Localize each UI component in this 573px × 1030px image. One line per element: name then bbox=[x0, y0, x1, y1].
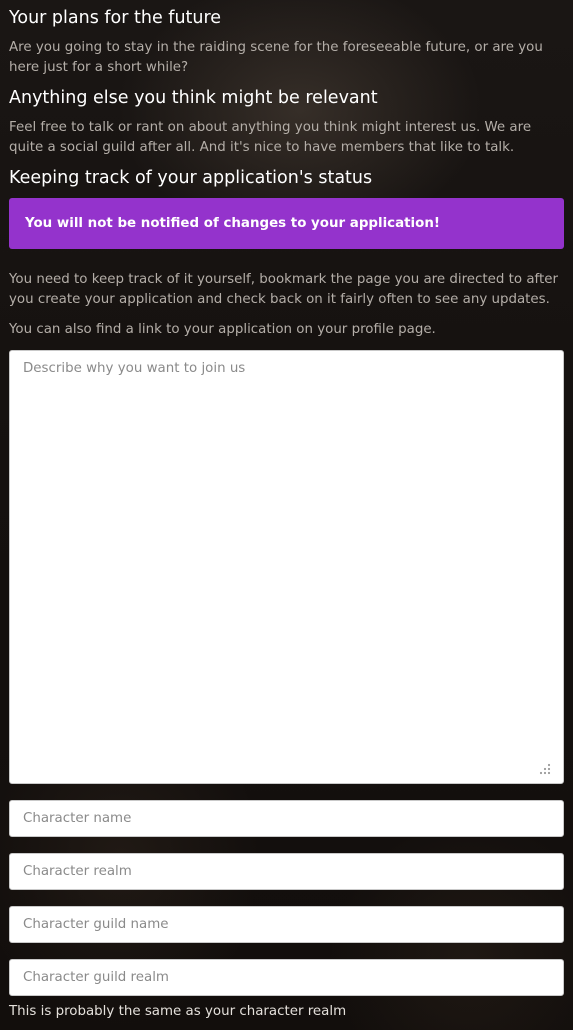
status-heading: Keeping track of your application's stat… bbox=[9, 168, 373, 188]
anything-else-heading: Anything else you think might be relevan… bbox=[9, 88, 378, 108]
character-realm-input[interactable] bbox=[9, 853, 564, 890]
plans-description: Are you going to stay in the raiding sce… bbox=[9, 40, 543, 75]
character-name-input[interactable] bbox=[9, 800, 564, 837]
motivation-textarea[interactable] bbox=[9, 350, 564, 784]
profile-link-note: You can also find a link to your applica… bbox=[9, 322, 436, 337]
alert-text: You will not be notified of changes to y… bbox=[25, 216, 440, 231]
status-description: You need to keep track of it yourself, b… bbox=[9, 272, 559, 307]
anything-else-description: Feel free to talk or rant on about anyth… bbox=[9, 120, 532, 155]
guild-realm-help-text: This is probably the same as your charac… bbox=[9, 1004, 347, 1019]
guild-realm-input[interactable] bbox=[9, 959, 564, 996]
guild-name-input[interactable] bbox=[9, 906, 564, 943]
plans-heading: Your plans for the future bbox=[9, 8, 222, 28]
notification-warning-alert: You will not be notified of changes to y… bbox=[9, 198, 564, 249]
